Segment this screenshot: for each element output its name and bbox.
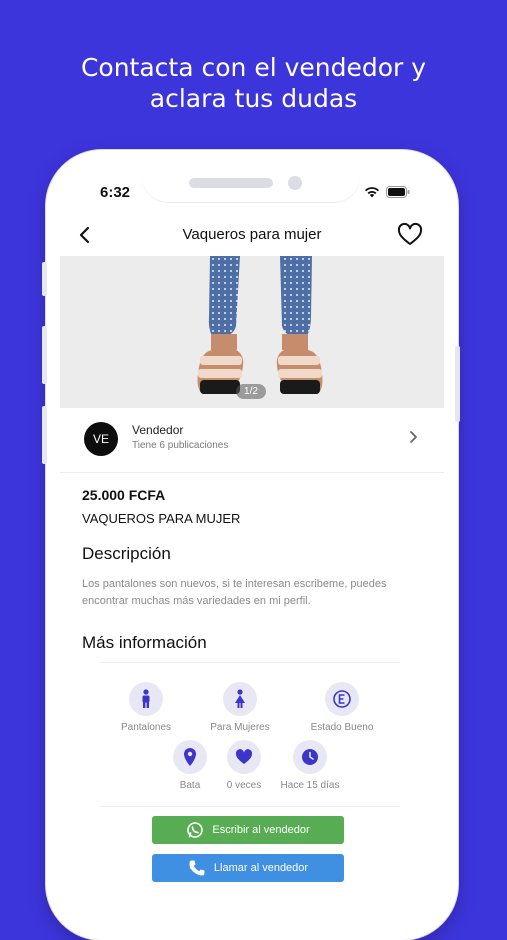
- page-title: Vaqueros para mujer: [182, 226, 322, 243]
- woman-icon: [223, 682, 257, 716]
- detail-label: Estado Bueno: [310, 722, 374, 733]
- description-heading: Descripción: [82, 544, 171, 563]
- nav-bar: Vaqueros para mujer: [60, 214, 444, 256]
- more-info-heading: Más información: [82, 633, 207, 652]
- whatsapp-button-label: Escribir al vendedor: [212, 824, 310, 836]
- call-button[interactable]: Llamar al vendedor: [152, 854, 344, 882]
- phone-volume-down: [42, 406, 47, 464]
- detail-category: Pantalones: [96, 682, 196, 733]
- speaker: [189, 178, 273, 188]
- favorite-heart-icon[interactable]: [396, 221, 424, 249]
- call-button-label: Llamar al vendedor: [213, 862, 309, 874]
- heart-icon: [227, 740, 261, 774]
- avatar: VE: [84, 422, 118, 456]
- battery-icon: [386, 186, 410, 198]
- camera: [288, 176, 302, 190]
- seller-name: Vendedor: [132, 423, 184, 437]
- detail-gender: Para Mujeres: [190, 682, 290, 733]
- whatsapp-button[interactable]: Escribir al vendedor: [152, 816, 344, 844]
- app-screen: 6:32 Vaqueros para mujer 1/2 VE Vendedor…: [60, 164, 444, 924]
- whatsapp-icon: [187, 822, 204, 838]
- condition-icon: [325, 682, 359, 716]
- person-icon: [129, 682, 163, 716]
- image-counter: 1/2: [236, 384, 266, 399]
- detail-label: Para Mujeres: [210, 722, 270, 733]
- seller-row[interactable]: VE Vendedor Tiene 6 publicaciones: [60, 410, 444, 473]
- promo-line-2: aclara tus dudas: [149, 84, 358, 113]
- status-time: 6:32: [100, 184, 131, 201]
- detail-condition: Estado Bueno: [292, 682, 392, 733]
- detail-date: Hace 15 días: [260, 740, 360, 791]
- phone-side-button: [42, 262, 47, 296]
- notch: [142, 164, 360, 202]
- phone-icon: [189, 860, 205, 876]
- product-photo[interactable]: 1/2: [60, 256, 444, 408]
- product-price: 25.000 FCFA: [82, 487, 166, 503]
- chevron-right-icon: [410, 431, 417, 443]
- phone-power-button: [455, 346, 460, 422]
- status-icons: [364, 186, 410, 198]
- phone-volume-up: [42, 326, 47, 384]
- seller-publications: Tiene 6 publicaciones: [132, 440, 229, 451]
- promo-headline: Contacta con el vendedor y aclara tus du…: [0, 52, 507, 114]
- divider: [100, 662, 400, 663]
- wifi-icon: [365, 187, 379, 198]
- detail-label: Pantalones: [120, 722, 172, 733]
- promo-line-1: Contacta con el vendedor y: [80, 53, 427, 82]
- clock-icon: [293, 740, 327, 774]
- divider: [100, 806, 400, 807]
- detail-label: Hace 15 días: [280, 780, 340, 791]
- description-text: Los pantalones son nuevos, si te interes…: [82, 578, 387, 607]
- product-name: VAQUEROS PARA MUJER: [82, 511, 241, 526]
